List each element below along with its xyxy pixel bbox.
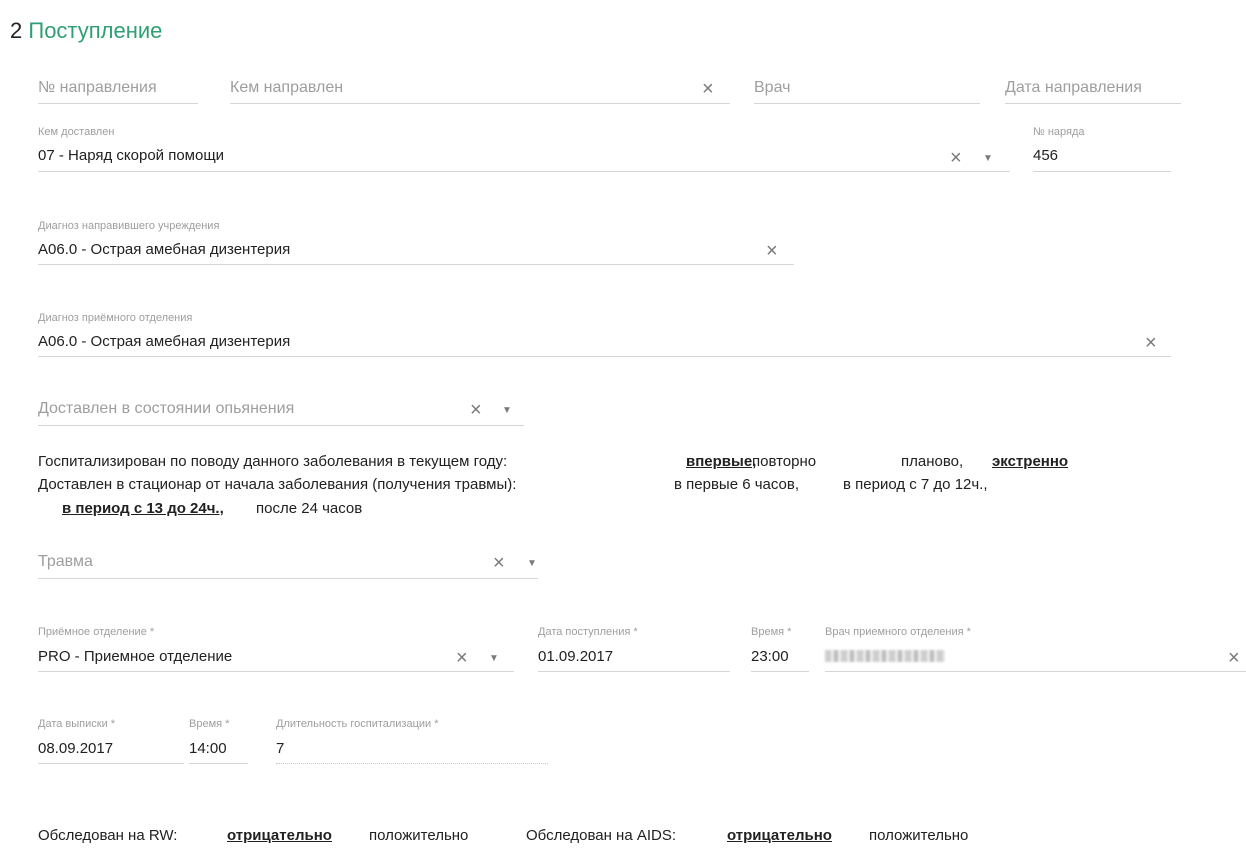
caret-down-icon[interactable]: ▼ bbox=[983, 154, 993, 164]
discharge-date-field[interactable]: 08.09.2017 bbox=[38, 740, 113, 757]
admission-diagnosis-label: Диагноз приёмного отделения bbox=[38, 312, 193, 324]
admission-diagnosis-field[interactable]: A06.0 - Острая амебная дизентерия bbox=[38, 333, 290, 350]
section-title: 2 Поступление bbox=[10, 18, 162, 44]
hospitalized-text: Госпитализирован по поводу данного забол… bbox=[38, 453, 508, 470]
discharge-time-label: Время * bbox=[189, 718, 230, 730]
caret-down-icon[interactable]: ▼ bbox=[489, 654, 499, 664]
delivered-by-select[interactable]: 07 - Наряд скорой помощи bbox=[38, 147, 224, 164]
referral-doctor-field[interactable]: Врач bbox=[754, 79, 790, 97]
option-after-24h[interactable]: после 24 часов bbox=[256, 500, 362, 517]
team-number-field[interactable]: 456 bbox=[1033, 147, 1058, 164]
aids-negative-option[interactable]: отрицательно bbox=[727, 827, 832, 844]
trauma-select[interactable]: Травма bbox=[38, 553, 93, 571]
discharge-time-field[interactable]: 14:00 bbox=[189, 740, 227, 757]
section-title-text: Поступление bbox=[28, 18, 163, 43]
referral-date-field[interactable]: Дата направления bbox=[1005, 79, 1142, 97]
clear-referring-diagnosis-icon[interactable]: × bbox=[766, 241, 778, 261]
admission-date-label: Дата поступления * bbox=[538, 626, 638, 638]
clear-admission-doctor-icon[interactable]: × bbox=[1228, 648, 1240, 668]
duration-label: Длительность госпитализации * bbox=[276, 718, 439, 730]
rw-label: Обследован на RW: bbox=[38, 827, 178, 844]
admission-time-label: Время * bbox=[751, 626, 792, 638]
option-first-6h[interactable]: в первые 6 часов, bbox=[674, 476, 799, 493]
caret-down-icon[interactable]: ▼ bbox=[502, 406, 512, 416]
delivered-time-text: Доставлен в стационар от начала заболева… bbox=[38, 476, 517, 493]
referring-diagnosis-field[interactable]: A06.0 - Острая амебная дизентерия bbox=[38, 241, 290, 258]
clear-trauma-icon[interactable]: × bbox=[493, 553, 505, 573]
aids-label: Обследован на AIDS: bbox=[526, 827, 677, 844]
admission-doctor-field[interactable] bbox=[825, 650, 945, 662]
team-number-label: № наряда bbox=[1033, 126, 1085, 138]
option-first-time[interactable]: впервые, bbox=[686, 453, 756, 470]
option-emergency[interactable]: экстренно bbox=[992, 453, 1068, 470]
clear-intoxication-icon[interactable]: × bbox=[470, 400, 482, 420]
referral-number-field[interactable]: № направления bbox=[38, 79, 157, 97]
duration-field: 7 bbox=[276, 740, 285, 757]
delivered-by-label: Кем доставлен bbox=[38, 126, 115, 138]
rw-positive-option[interactable]: положительно bbox=[369, 827, 468, 844]
intoxication-select[interactable]: Доставлен в состоянии опьянения bbox=[38, 400, 294, 418]
referring-diagnosis-label: Диагноз направившего учреждения bbox=[38, 220, 220, 232]
option-7-12h[interactable]: в период с 7 до 12ч., bbox=[843, 476, 988, 493]
clear-admission-dept-icon[interactable]: × bbox=[456, 648, 468, 668]
rw-negative-option[interactable]: отрицательно bbox=[227, 827, 332, 844]
option-planned[interactable]: планово, bbox=[901, 453, 963, 470]
admission-date-field[interactable]: 01.09.2017 bbox=[538, 648, 613, 665]
admission-dept-select[interactable]: PRO - Приемное отделение bbox=[38, 648, 232, 665]
clear-admission-diagnosis-icon[interactable]: × bbox=[1145, 333, 1157, 353]
clear-delivered-by-icon[interactable]: × bbox=[950, 148, 962, 168]
discharge-date-label: Дата выписки * bbox=[38, 718, 116, 730]
admission-dept-label: Приёмное отделение * bbox=[38, 626, 155, 638]
aids-positive-option[interactable]: положительно bbox=[869, 827, 968, 844]
referred-by-field[interactable]: Кем направлен bbox=[230, 79, 343, 97]
caret-down-icon[interactable]: ▼ bbox=[527, 559, 537, 569]
option-repeat[interactable]: повторно bbox=[752, 453, 816, 470]
admission-doctor-label: Врач приемного отделения * bbox=[825, 626, 971, 638]
admission-time-field[interactable]: 23:00 bbox=[751, 648, 789, 665]
option-13-24h[interactable]: в период с 13 до 24ч., bbox=[62, 500, 224, 517]
section-number: 2 bbox=[10, 18, 23, 43]
clear-referred-by-icon[interactable]: × bbox=[702, 79, 714, 99]
